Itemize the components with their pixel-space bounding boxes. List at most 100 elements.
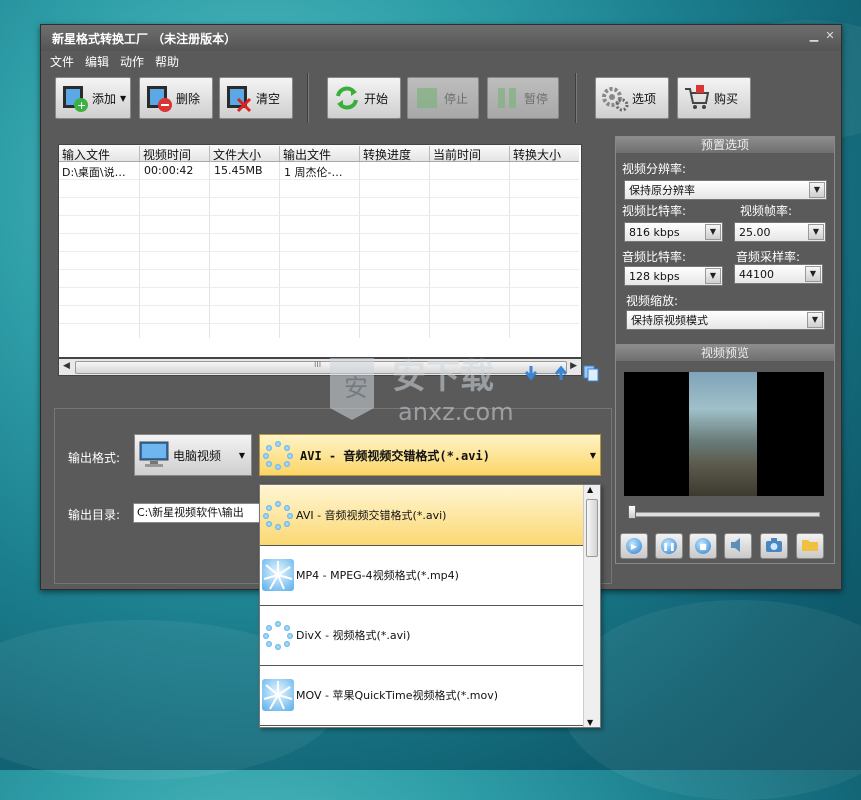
video-bitrate-select[interactable]: 816 kbps ▼ [624,222,723,242]
menu-bar: 文件 编辑 动作 帮助 [41,51,841,71]
resolution-label: 视频分辨率: [622,162,687,176]
fps-select[interactable]: 25.00 ▼ [734,222,826,242]
chevron-down-icon: ▼ [589,450,596,460]
mp4-format-icon [262,559,294,591]
film-clear-icon [224,83,254,113]
fps-label: 视频帧率: [740,204,793,218]
scale-label: 视频缩放: [626,294,679,308]
samplerate-label: 音频采样率: [736,250,801,264]
resolution-select[interactable]: 保持原分辨率 ▼ [624,180,827,200]
column-header[interactable]: 输出文件 [279,146,331,162]
format-option-mp4[interactable]: MP4 - MPEG-4视频格式(*.mp4) [260,545,583,606]
clear-label: 清空 [256,91,281,106]
stop-play-button[interactable]: ■ [689,533,717,559]
cell-file-size: 15.45MB [214,164,263,177]
seek-bar[interactable] [628,512,820,517]
copy-icon[interactable] [582,364,600,382]
scroll-thumb[interactable] [586,499,598,557]
menu-file[interactable]: 文件 [50,53,74,70]
seek-handle[interactable] [628,505,636,519]
scale-value: 保持原视频模式 [631,314,708,327]
column-header[interactable]: 视频时间 [139,146,191,162]
format-option-label: DivX - 视频格式(*.avi) [296,629,411,642]
audio-bitrate-label: 音频比特率: [622,250,687,264]
chevron-down-icon: ▼ [120,93,127,103]
audio-bitrate-value: 128 kbps [629,270,680,283]
minimize-button[interactable]: ▁ [807,29,821,43]
video-frame-image [689,372,757,496]
preview-title: 视频预览 [616,345,834,361]
mov-format-icon [262,679,294,711]
watermark-text: anxz.com [398,398,514,426]
preset-title: 预置选项 [616,137,834,153]
output-dir-input[interactable]: C:\新星视频软件\输出 [133,503,264,523]
svg-text:+: + [77,99,86,112]
format-dropdown-list: AVI - 音频视频交错格式(*.avi) MP4 - MPEG-4视频格式(*… [259,484,601,728]
pause-button[interactable]: 暂停 [487,77,559,119]
start-button[interactable]: 开始 [327,77,401,119]
delete-button[interactable]: 删除 [139,77,213,119]
title-bar: 新星格式转换工厂 （未注册版本） ▁ ✕ [41,25,841,51]
video-bitrate-label: 视频比特率: [622,204,687,218]
pause-icon [492,83,522,113]
device-select[interactable]: 电脑视频 ▼ [134,434,252,476]
film-delete-icon [144,83,174,113]
volume-button[interactable] [724,533,752,559]
scroll-left-icon[interactable]: ◀ [63,361,70,371]
chevron-down-icon: ▼ [809,182,825,198]
format-select[interactable]: AVI - 音频视频交错格式(*.avi) ▼ [259,434,601,476]
format-option-label: AVI - 音频视频交错格式(*.avi) [296,509,447,522]
scale-select[interactable]: 保持原视频模式 ▼ [626,310,825,330]
clear-button[interactable]: 清空 [219,77,293,119]
gear-icon [600,83,630,113]
dropdown-scrollbar[interactable]: ▲ ▼ [583,485,600,727]
delete-label: 删除 [176,91,201,106]
scroll-up-icon[interactable]: ▲ [587,485,593,494]
svg-text:安下载: 安下载 [392,357,494,397]
fps-value: 25.00 [739,226,771,239]
format-option-divx[interactable]: DivX - 视频格式(*.avi) [260,605,583,666]
close-button[interactable]: ✕ [823,29,837,43]
chevron-down-icon: ▼ [808,224,824,240]
menu-help[interactable]: 帮助 [155,53,179,70]
resolution-value: 保持原分辨率 [629,184,695,197]
toolbar: + 添加 ▼ 删除 清空 开始 停止 暂停 选项 购买 [47,71,835,127]
column-header[interactable]: 文件大小 [209,146,261,162]
move-up-icon[interactable] [552,364,570,382]
play-icon: ▶ [626,538,642,554]
cart-icon [682,83,712,113]
format-option-avi[interactable]: AVI - 音频视频交错格式(*.avi) [260,485,583,546]
stop-button[interactable]: 停止 [407,77,479,119]
menu-action[interactable]: 动作 [120,53,144,70]
samplerate-value: 44100 [739,268,774,281]
pause-label: 暂停 [524,91,549,106]
buy-button[interactable]: 购买 [677,77,751,119]
samplerate-select[interactable]: 44100 ▼ [734,264,823,284]
add-button[interactable]: + 添加 ▼ [55,77,131,119]
stop-label: 停止 [444,91,469,106]
refresh-icon [332,83,362,113]
device-value: 电脑视频 [173,448,222,463]
format-option-label: MOV - 苹果QuickTime视频格式(*.mov) [296,689,499,702]
audio-bitrate-select[interactable]: 128 kbps ▼ [624,266,723,286]
watermark-logo: 安 安下载 anxz.com [322,340,542,430]
column-header[interactable]: 转换进度 [359,146,411,162]
pause-play-button[interactable]: ❚❚ [655,533,683,559]
options-button[interactable]: 选项 [595,77,669,119]
column-header[interactable]: 输入文件 [59,146,110,162]
column-header[interactable]: 转换大小 [509,146,561,162]
menu-edit[interactable]: 编辑 [85,53,109,70]
open-folder-button[interactable] [796,533,824,559]
scroll-right-icon[interactable]: ▶ [570,361,577,371]
column-header[interactable]: 当前时间 [429,146,481,162]
scroll-down-icon[interactable]: ▼ [587,718,593,727]
toolbar-divider [307,73,309,123]
stop-icon: ■ [695,538,711,554]
speaker-icon [729,537,747,556]
format-option-mov[interactable]: MOV - 苹果QuickTime视频格式(*.mov) [260,665,583,726]
play-button[interactable]: ▶ [620,533,648,559]
format-value: AVI - 音频视频交错格式(*.avi) [300,448,490,463]
file-table: 输入文件 视频时间 文件大小 输出文件 转换进度 当前时间 转换大小 D:\桌面… [58,144,582,358]
start-label: 开始 [364,91,389,106]
snapshot-button[interactable] [760,533,788,559]
